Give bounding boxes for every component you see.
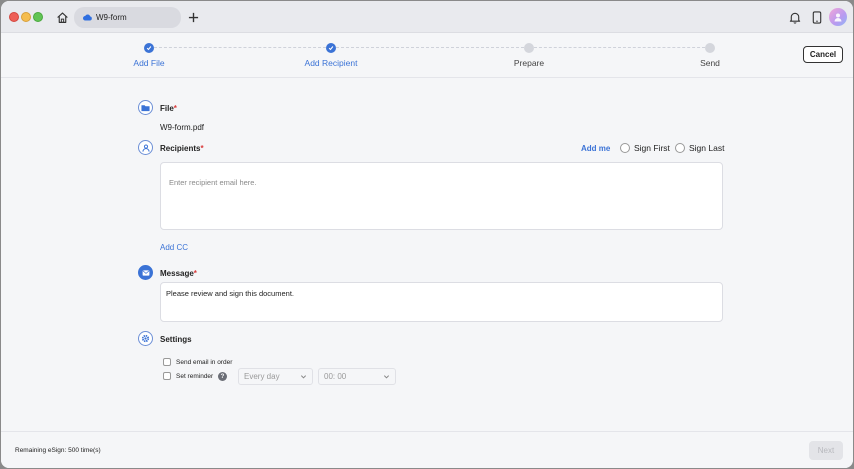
file-section-title: File* (160, 104, 177, 113)
user-icon (141, 143, 150, 152)
required-marker: * (173, 104, 177, 113)
footer-bar: Remaining eSign: 500 time(s) Next (1, 431, 853, 468)
settings-section-icon-wrap (138, 331, 153, 346)
step-label-prepare: Prepare (513, 58, 545, 68)
set-reminder-option[interactable]: Set reminder (163, 372, 213, 380)
tab-title: W9-form (96, 13, 127, 22)
avatar[interactable] (829, 8, 847, 26)
new-tab-button[interactable] (183, 7, 203, 27)
add-cc-link[interactable]: Add CC (160, 243, 188, 252)
plus-icon (188, 12, 198, 22)
check-icon (328, 46, 334, 51)
required-marker: * (200, 144, 204, 153)
step-label-add-file[interactable]: Add File (99, 58, 199, 68)
minimize-window-button[interactable] (21, 12, 31, 22)
step-prepare-dot (524, 43, 534, 53)
reminder-frequency-value: Every day (244, 372, 280, 381)
step-add-recipient-dot (326, 43, 336, 53)
message-textarea[interactable]: Please review and sign this document. (160, 282, 723, 322)
sign-first-label: Sign First (634, 143, 670, 153)
sign-first-radio[interactable] (620, 143, 630, 153)
zoom-window-button[interactable] (33, 12, 43, 22)
sign-first-option[interactable]: Sign First (620, 143, 670, 153)
app-window: W9-form Add File Add Recipient Prepare S… (1, 1, 853, 468)
recipients-title-text: Recipients (160, 144, 201, 153)
file-section-icon-wrap (138, 100, 153, 115)
tab-w9-form[interactable]: W9-form (74, 7, 181, 28)
send-in-order-option[interactable]: Send email in order (163, 358, 232, 366)
recipients-section-title: Recipients* (160, 144, 204, 153)
settings-section-title: Settings (160, 335, 192, 344)
set-reminder-label: Set reminder (176, 372, 214, 380)
notifications-button[interactable] (786, 8, 804, 26)
gear-icon (141, 334, 150, 343)
check-icon (146, 46, 152, 51)
title-bar: W9-form (1, 1, 853, 33)
step-label-add-recipient[interactable]: Add Recipient (281, 58, 381, 68)
reminder-time-select[interactable]: 00: 00 (318, 368, 396, 385)
sign-last-label: Sign Last (689, 143, 725, 153)
recipient-email-placeholder: Enter recipient email here. (169, 178, 257, 187)
reminder-frequency-select[interactable]: Every day (238, 368, 313, 385)
device-button[interactable] (808, 8, 826, 26)
reminder-time-value: 00: 00 (324, 372, 347, 381)
required-marker: * (193, 269, 197, 278)
sign-last-option[interactable]: Sign Last (675, 143, 724, 153)
user-avatar-icon (834, 13, 842, 22)
step-connector (336, 47, 524, 48)
bell-icon (789, 12, 801, 24)
add-me-link[interactable]: Add me (581, 144, 610, 153)
chevron-down-icon (300, 375, 307, 379)
next-button[interactable]: Next (809, 441, 843, 460)
chevron-down-icon (383, 375, 390, 379)
cloud-icon (83, 14, 92, 21)
send-in-order-checkbox[interactable] (163, 358, 171, 366)
folder-icon (141, 104, 150, 111)
file-name: W9-form.pdf (160, 123, 205, 132)
set-reminder-checkbox[interactable] (163, 372, 171, 380)
recipients-section-icon-wrap (138, 140, 153, 155)
progress-stepper: Add File Add Recipient Prepare Send Canc… (1, 34, 853, 78)
remaining-esign-count: Remaining eSign: 500 time(s) (15, 447, 101, 454)
step-label-send: Send (700, 58, 720, 68)
home-button[interactable] (52, 7, 72, 27)
step-connector (154, 47, 326, 48)
message-title-text: Message (160, 269, 194, 278)
step-connector (534, 47, 705, 48)
step-add-file-dot (144, 43, 154, 53)
file-title-text: File (160, 104, 174, 113)
close-window-button[interactable] (9, 12, 19, 22)
help-icon[interactable]: ? (218, 372, 227, 381)
tablet-icon (812, 10, 822, 24)
message-section-title: Message* (160, 269, 197, 278)
recipient-email-input[interactable]: Enter recipient email here. (160, 162, 723, 230)
message-section-icon-wrap (138, 265, 153, 280)
send-in-order-label: Send email in order (176, 358, 233, 366)
envelope-icon (142, 269, 149, 276)
sign-last-radio[interactable] (675, 143, 685, 153)
cancel-button[interactable]: Cancel (803, 46, 843, 63)
step-send-dot (705, 43, 715, 53)
home-icon (56, 11, 68, 23)
